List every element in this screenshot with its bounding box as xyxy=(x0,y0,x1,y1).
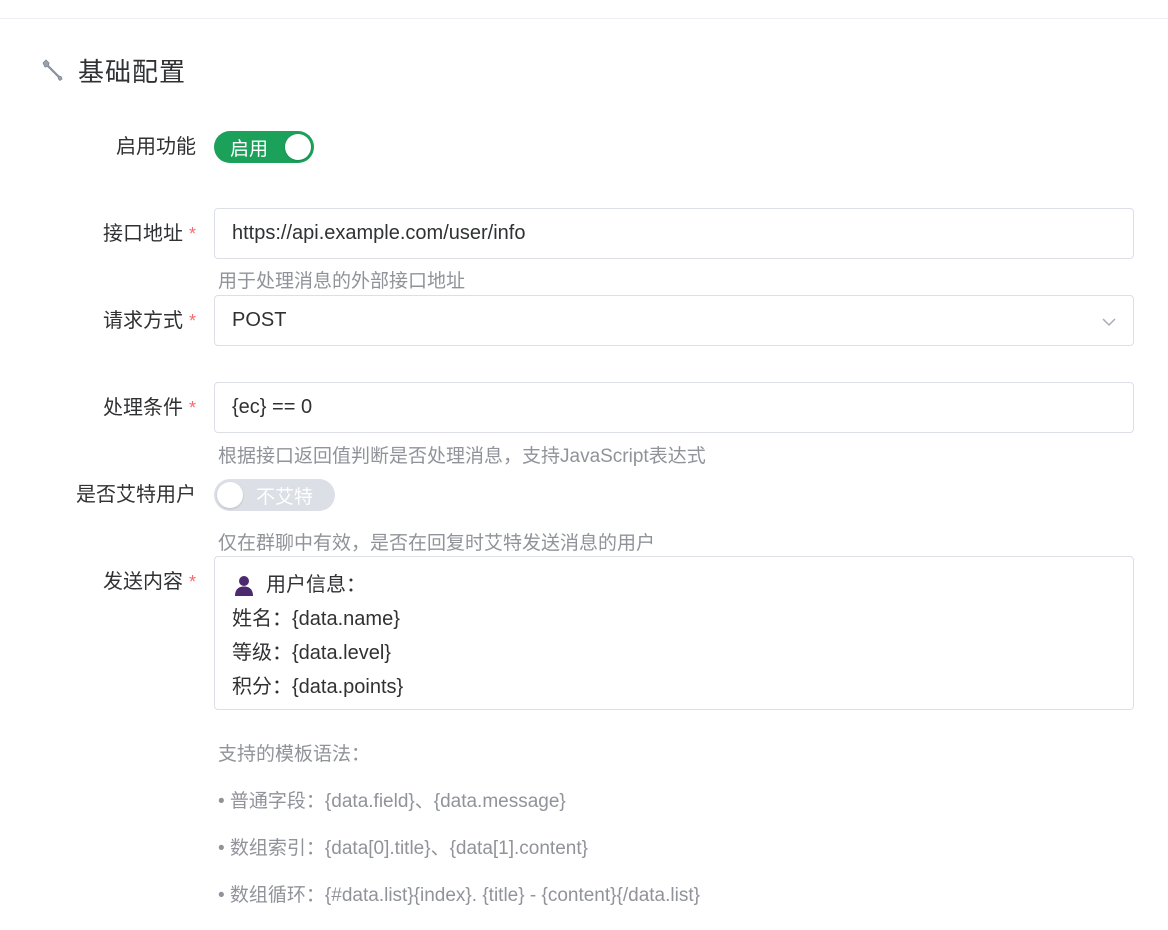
switch-knob xyxy=(285,134,311,160)
syntax-item: • 数组循环：{#data.list}{index}. {title} - {c… xyxy=(218,885,700,906)
method-label: 请求方式 * xyxy=(103,307,196,335)
method-select[interactable]: POST xyxy=(214,295,1134,346)
required-mark: * xyxy=(188,311,196,331)
condition-hint: 根据接口返回值判断是否处理消息，支持JavaScript表达式 xyxy=(218,446,706,467)
enable-label-text: 启用功能 xyxy=(116,136,196,158)
mention-switch[interactable]: 不艾特 xyxy=(214,479,335,511)
section-title: 基础配置 xyxy=(78,56,187,87)
condition-input-value: {ec} == 0 xyxy=(232,396,313,418)
content-line: 姓名：{data.name} xyxy=(232,608,400,630)
wrench-icon xyxy=(38,56,66,84)
section-header: 基础配置 xyxy=(38,52,186,88)
content-line-text: 用户信息： xyxy=(266,574,366,596)
required-mark: * xyxy=(188,224,196,244)
content-textarea[interactable]: 用户信息： 姓名：{data.name} 等级：{data.level} 积分：… xyxy=(214,556,1134,710)
chevron-down-icon xyxy=(1101,313,1117,329)
condition-label: 处理条件 * xyxy=(103,394,196,422)
endpoint-label: 接口地址 * xyxy=(103,220,196,248)
switch-knob xyxy=(217,482,243,508)
condition-label-text: 处理条件 xyxy=(102,397,183,419)
content-label: 发送内容 * xyxy=(103,568,196,596)
mention-label: 是否艾特用户 xyxy=(76,481,196,509)
required-mark: * xyxy=(188,572,196,592)
content-label-text: 发送内容 xyxy=(102,571,183,593)
enable-label: 启用功能 xyxy=(116,133,196,161)
content-line: 用户信息： xyxy=(232,568,1116,602)
content-line: 等级：{data.level} xyxy=(232,642,391,664)
endpoint-hint: 用于处理消息的外部接口地址 xyxy=(218,271,466,292)
top-divider xyxy=(0,18,1168,19)
syntax-item: • 数组索引：{data[0].title}、{data[1].content} xyxy=(218,838,588,859)
method-select-value: POST xyxy=(232,309,287,331)
content-line: 积分：{data.points} xyxy=(232,676,404,698)
method-label-text: 请求方式 xyxy=(102,310,183,332)
endpoint-input-value: https://api.example.com/user/info xyxy=(232,222,526,244)
enable-switch[interactable]: 启用 xyxy=(214,131,314,163)
syntax-item: • 普通字段：{data.field}、{data.message} xyxy=(218,791,566,812)
condition-input[interactable]: {ec} == 0 xyxy=(214,382,1134,433)
required-mark: * xyxy=(188,398,196,418)
mention-switch-text: 不艾特 xyxy=(256,486,314,508)
mention-hint: 仅在群聊中有效，是否在回复时艾特发送消息的用户 xyxy=(218,533,656,554)
enable-switch-text: 启用 xyxy=(230,138,269,160)
user-silhouette-icon xyxy=(232,573,256,597)
endpoint-label-text: 接口地址 xyxy=(102,223,183,245)
syntax-title: 支持的模板语法： xyxy=(218,744,371,765)
endpoint-input[interactable]: https://api.example.com/user/info xyxy=(214,208,1134,259)
mention-label-text: 是否艾特用户 xyxy=(76,484,196,506)
